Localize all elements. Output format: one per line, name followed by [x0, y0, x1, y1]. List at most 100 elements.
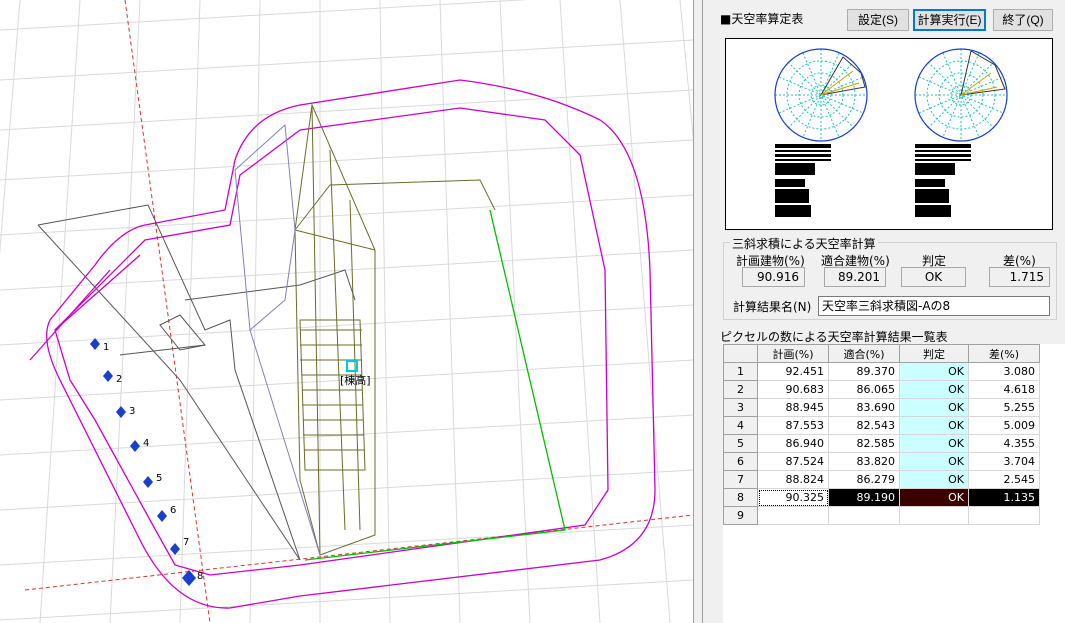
row-number[interactable]: 9 [723, 506, 758, 525]
cad-drawing[interactable]: [棟高] 1 2 3 4 5 6 7 8 [0, 0, 693, 623]
cell-judge[interactable]: OK [899, 380, 969, 399]
point-marker-icon [103, 370, 113, 382]
cell-conform[interactable]: 86.279 [828, 470, 900, 489]
cell-conform[interactable] [828, 506, 900, 525]
row-number[interactable]: 8 [723, 488, 758, 507]
row-number[interactable]: 6 [723, 452, 758, 471]
run-calculation-button[interactable]: 計算実行(E) [913, 9, 986, 31]
row-number[interactable]: 2 [723, 380, 758, 399]
row-number[interactable]: 1 [723, 362, 758, 381]
triangle-group-title: 三斜求積による天空率計算 [730, 235, 878, 252]
cell-plan[interactable]: 90.683 [757, 380, 829, 399]
table-row[interactable]: 3 88.945 83.690 OK 5.255 [723, 398, 1040, 417]
cell-diff[interactable] [968, 506, 1040, 525]
cell-conform[interactable]: 89.370 [828, 362, 900, 381]
settings-button[interactable]: 設定(S) [847, 9, 909, 31]
table-row[interactable]: 6 87.524 83.820 OK 3.704 [723, 452, 1040, 471]
table-row[interactable]: 1 92.451 89.370 OK 3.080 [723, 362, 1040, 381]
table-row[interactable]: 5 86.940 82.585 OK 4.355 [723, 434, 1040, 453]
sky-circle-conform [914, 48, 1008, 142]
point-marker-icon [116, 406, 126, 418]
pixel-table-title: ピクセルの数による天空率計算結果一覧表 [720, 330, 948, 344]
point-label: 5 [156, 473, 162, 484]
cell-plan[interactable]: 92.451 [757, 362, 829, 381]
cell-judge[interactable] [899, 506, 969, 525]
table-row[interactable]: 2 90.683 86.065 OK 4.618 [723, 380, 1040, 399]
cell-diff[interactable]: 4.355 [968, 434, 1040, 453]
cell-judge[interactable]: OK [899, 398, 969, 417]
point-label: 7 [183, 537, 189, 548]
result-name-input[interactable]: 天空率三斜求積図-Aの8 [818, 296, 1050, 316]
cell-diff[interactable]: 5.009 [968, 416, 1040, 435]
cell-diff[interactable]: 5.255 [968, 398, 1040, 417]
point-marker-icon [182, 570, 196, 586]
conform-building-value: 89.201 [824, 267, 886, 287]
column-header-conform[interactable]: 適合(%) [828, 344, 900, 363]
result-mini-table-right [915, 144, 971, 217]
row-number[interactable]: 5 [723, 434, 758, 453]
cell-plan[interactable]: 88.945 [757, 398, 829, 417]
cell-plan[interactable]: 87.524 [757, 452, 829, 471]
table-row[interactable]: 7 88.824 86.279 OK 2.545 [723, 470, 1040, 489]
point-marker-icon [130, 440, 140, 452]
cell-plan[interactable]: 87.553 [757, 416, 829, 435]
point-label: 8 [197, 571, 203, 582]
cell-plan[interactable]: 88.824 [757, 470, 829, 489]
point-label: 4 [143, 438, 149, 449]
cell-diff[interactable]: 1.135 [968, 488, 1040, 507]
column-header-diff[interactable]: 差(%) [968, 344, 1040, 363]
cell-diff[interactable]: 3.704 [968, 452, 1040, 471]
point-label: 1 [103, 342, 109, 353]
point-marker-icon [143, 476, 153, 488]
cell-conform[interactable]: 83.690 [828, 398, 900, 417]
cell-conform[interactable]: 86.065 [828, 380, 900, 399]
cell-diff[interactable]: 2.545 [968, 470, 1040, 489]
sky-diagram-preview [725, 38, 1053, 230]
table-row[interactable]: 8 90.325 89.190 OK 1.135 [723, 488, 1040, 507]
offset-line-outer-2 [46, 79, 656, 609]
row-number[interactable]: 4 [723, 416, 758, 435]
result-name-label: 計算結果名(N) [733, 300, 812, 314]
diff-value: 1.715 [989, 267, 1050, 287]
table-row[interactable]: 9 [723, 506, 1040, 525]
site-outline [37, 204, 301, 561]
point-label: 6 [170, 505, 176, 516]
column-header-judge[interactable]: 判定 [899, 344, 969, 363]
point-label: 3 [129, 406, 135, 417]
cell-judge[interactable]: OK [899, 416, 969, 435]
sky-factor-panel: ■天空率算定表 設定(S) 計算実行(E) 終了(Q) 三斜求積による天空率計算… [703, 0, 1065, 623]
result-mini-table-left [775, 144, 831, 217]
cell-conform[interactable]: 82.585 [828, 434, 900, 453]
cell-diff[interactable]: 3.080 [968, 362, 1040, 381]
sky-diagram-thumbnails [774, 48, 1008, 217]
table-header-row: 計画(%) 適合(%) 判定 差(%) [723, 344, 1040, 363]
measurement-points[interactable]: 1 2 3 4 5 6 7 8 [90, 338, 203, 586]
quit-button[interactable]: 終了(Q) [993, 9, 1053, 31]
judge-value: OK [901, 267, 966, 287]
panel-title: ■天空率算定表 [720, 12, 804, 26]
column-header-plan[interactable]: 計画(%) [757, 344, 829, 363]
cell-conform[interactable]: 82.543 [828, 416, 900, 435]
cell-plan[interactable] [757, 506, 829, 525]
axis-line-horizontal [24, 514, 693, 591]
row-number[interactable]: 3 [723, 398, 758, 417]
cell-conform[interactable]: 83.820 [828, 452, 900, 471]
cell-conform[interactable]: 89.190 [828, 488, 900, 507]
cell-judge[interactable]: OK [899, 434, 969, 453]
cell-plan[interactable]: 86.940 [757, 434, 829, 453]
cell-judge[interactable]: OK [899, 362, 969, 381]
cell-judge[interactable]: OK [899, 452, 969, 471]
row-number[interactable]: 7 [723, 470, 758, 489]
point-marker-icon [157, 510, 167, 522]
cell-plan[interactable]: 90.325 [757, 488, 829, 507]
grid-lines [0, 0, 693, 623]
cad-3d-viewport[interactable]: [棟高] 1 2 3 4 5 6 7 8 [0, 0, 693, 623]
plan-building-value: 90.916 [742, 267, 805, 287]
cell-judge[interactable]: OK [899, 488, 969, 507]
cell-diff[interactable]: 4.618 [968, 380, 1040, 399]
cell-judge[interactable]: OK [899, 470, 969, 489]
splitter[interactable] [693, 0, 703, 623]
pixel-result-grid[interactable]: 計画(%) 適合(%) 判定 差(%) 1 92.451 89.370 OK 3.080… [723, 344, 1065, 623]
sky-circle-plan [774, 48, 868, 142]
table-row[interactable]: 4 87.553 82.543 OK 5.009 [723, 416, 1040, 435]
